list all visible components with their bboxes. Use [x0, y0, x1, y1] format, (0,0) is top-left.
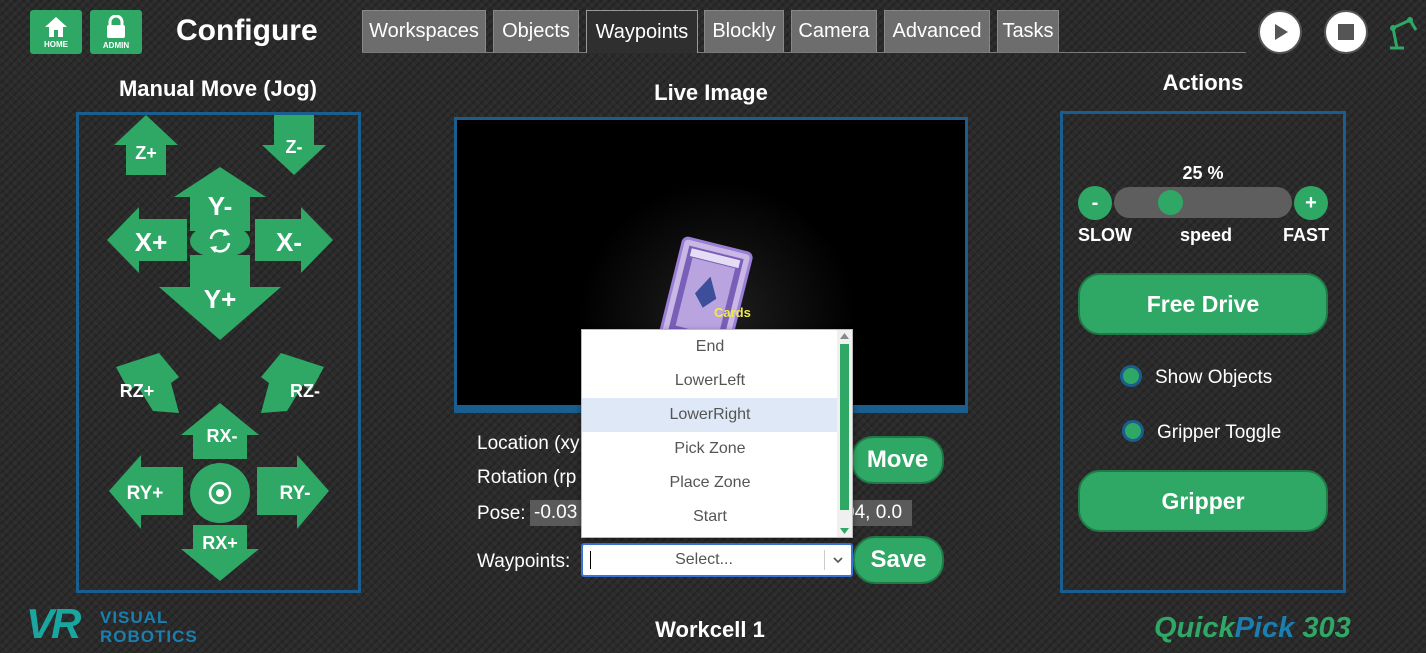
- lock-icon: [107, 14, 125, 38]
- product-logo: QuickPick 303: [1154, 612, 1351, 645]
- robot-arm-icon[interactable]: [1384, 12, 1422, 52]
- admin-label: ADMIN: [102, 40, 130, 50]
- pose-value-left: -0.03: [530, 500, 582, 526]
- jog-rz-minus-label: RZ-: [290, 381, 320, 401]
- logo-mark: VR: [26, 600, 81, 647]
- visual-robotics-logo: VR VISUAL ROBOTICS: [26, 600, 197, 650]
- jog-rz-plus-label: RZ+: [120, 381, 155, 401]
- move-button[interactable]: Move: [851, 436, 944, 484]
- logo-line2: ROBOTICS: [100, 627, 198, 646]
- jog-home-rotate-button[interactable]: [190, 224, 250, 258]
- dropdown-option-place-zone[interactable]: Place Zone: [582, 466, 838, 500]
- speed-fast-label: FAST: [1283, 225, 1330, 245]
- product-number: 303: [1302, 612, 1351, 644]
- speed-increase-button[interactable]: +: [1294, 186, 1328, 220]
- waypoints-label: Waypoints:: [477, 551, 571, 572]
- jog-ry-plus-button[interactable]: RY+: [109, 455, 183, 529]
- actions-title: Actions: [1162, 70, 1244, 95]
- tab-workspaces[interactable]: Workspaces: [362, 10, 486, 52]
- tab-advanced[interactable]: Advanced: [884, 10, 990, 52]
- detected-object-label: Cards: [714, 305, 751, 320]
- gripper-toggle-radio[interactable]: [1122, 420, 1144, 442]
- tab-tasks[interactable]: Tasks: [997, 10, 1059, 52]
- tab-objects[interactable]: Objects: [493, 10, 579, 52]
- jog-y-minus-label: Y-: [208, 191, 233, 221]
- logo-line1: VISUAL: [100, 608, 169, 627]
- scroll-down-icon[interactable]: [840, 528, 849, 534]
- home-button[interactable]: HOME: [30, 10, 82, 54]
- waypoint-dropdown-menu: End LowerLeft LowerRight Pick Zone Place…: [581, 329, 853, 538]
- play-button[interactable]: [1258, 10, 1302, 54]
- jog-panel: Z+ Z- Y- X+ X- Y+ RZ+ RZ- RX- RY+ RY- RX…: [76, 112, 361, 593]
- tab-waypoints[interactable]: Waypoints: [586, 10, 698, 53]
- waypoint-select[interactable]: Select...: [581, 543, 853, 577]
- jog-z-minus-label: Z-: [286, 137, 303, 157]
- dropdown-option-lowerleft[interactable]: LowerLeft: [582, 364, 838, 398]
- speed-slider-track[interactable]: [1114, 187, 1292, 218]
- stop-button[interactable]: [1324, 10, 1368, 54]
- admin-button[interactable]: ADMIN: [90, 10, 142, 54]
- speed-value: 25 %: [1182, 163, 1224, 183]
- dropdown-scrollbar[interactable]: [837, 330, 852, 537]
- jog-y-minus-button[interactable]: Y-: [174, 167, 266, 231]
- speed-slow-label: SLOW: [1078, 225, 1132, 245]
- rotation-label: Rotation (rp: [477, 467, 577, 488]
- speed-slider-thumb[interactable]: [1158, 190, 1184, 215]
- jog-ry-minus-label: RY-: [280, 483, 311, 504]
- jog-rx-minus-button[interactable]: RX-: [181, 403, 259, 459]
- select-placeholder: Select...: [675, 551, 733, 568]
- dropdown-option-start[interactable]: Start: [582, 500, 838, 534]
- home-label: HOME: [44, 39, 68, 49]
- stop-icon: [1338, 24, 1354, 40]
- home-icon: [45, 16, 67, 37]
- show-objects-label: Show Objects: [1155, 367, 1273, 388]
- scrollbar-thumb[interactable]: [840, 344, 849, 510]
- jog-ry-plus-label: RY+: [127, 483, 164, 504]
- product-name-b: Pick: [1234, 612, 1295, 644]
- dropdown-option-pick-zone[interactable]: Pick Zone: [582, 432, 838, 466]
- tab-camera[interactable]: Camera: [791, 10, 877, 52]
- location-label: Location (xy: [477, 433, 580, 454]
- dropdown-option-end[interactable]: End: [582, 330, 838, 364]
- jog-rx-minus-label: RX-: [207, 426, 238, 446]
- workcell-title: Workcell 1: [655, 617, 765, 642]
- jog-rx-plus-label: RX+: [202, 533, 238, 553]
- select-divider: [824, 550, 825, 570]
- jog-y-plus-button[interactable]: Y+: [159, 255, 281, 340]
- jog-rz-minus-button[interactable]: RZ-: [261, 353, 324, 413]
- show-objects-radio[interactable]: [1120, 365, 1142, 387]
- jog-y-plus-label: Y+: [204, 284, 237, 314]
- jog-x-minus-button[interactable]: X-: [255, 207, 333, 273]
- text-cursor: [590, 551, 591, 569]
- save-button[interactable]: Save: [853, 536, 944, 584]
- gripper-toggle-label: Gripper Toggle: [1157, 422, 1282, 443]
- jog-title: Manual Move (Jog): [118, 76, 317, 101]
- jog-rx-plus-button[interactable]: RX+: [181, 525, 259, 581]
- jog-center-target-button[interactable]: [190, 463, 250, 523]
- gripper-button[interactable]: Gripper: [1078, 470, 1328, 532]
- jog-z-minus-button[interactable]: Z-: [262, 115, 326, 175]
- jog-x-minus-label: X-: [276, 227, 302, 257]
- tab-blockly[interactable]: Blockly: [704, 10, 784, 52]
- speed-decrease-button[interactable]: -: [1078, 186, 1112, 220]
- scroll-up-icon[interactable]: [840, 333, 849, 339]
- speed-label: speed: [1180, 225, 1233, 245]
- jog-z-plus-label: Z+: [135, 143, 157, 163]
- dropdown-option-lowerright[interactable]: LowerRight: [582, 398, 838, 432]
- free-drive-button[interactable]: Free Drive: [1078, 273, 1328, 335]
- play-icon: [1275, 24, 1288, 40]
- page-title: Configure: [176, 14, 318, 47]
- jog-x-plus-label: X+: [135, 227, 168, 257]
- jog-rz-plus-button[interactable]: RZ+: [116, 353, 179, 413]
- jog-ry-minus-button[interactable]: RY-: [257, 455, 329, 529]
- product-name-a: Quick: [1154, 612, 1235, 644]
- tab-underline: [362, 52, 1246, 53]
- live-image-title: Live Image: [654, 80, 768, 105]
- chevron-down-icon: [833, 557, 843, 564]
- jog-x-plus-button[interactable]: X+: [107, 207, 187, 273]
- pose-label: Pose:: [477, 503, 526, 524]
- jog-z-plus-button[interactable]: Z+: [114, 115, 178, 175]
